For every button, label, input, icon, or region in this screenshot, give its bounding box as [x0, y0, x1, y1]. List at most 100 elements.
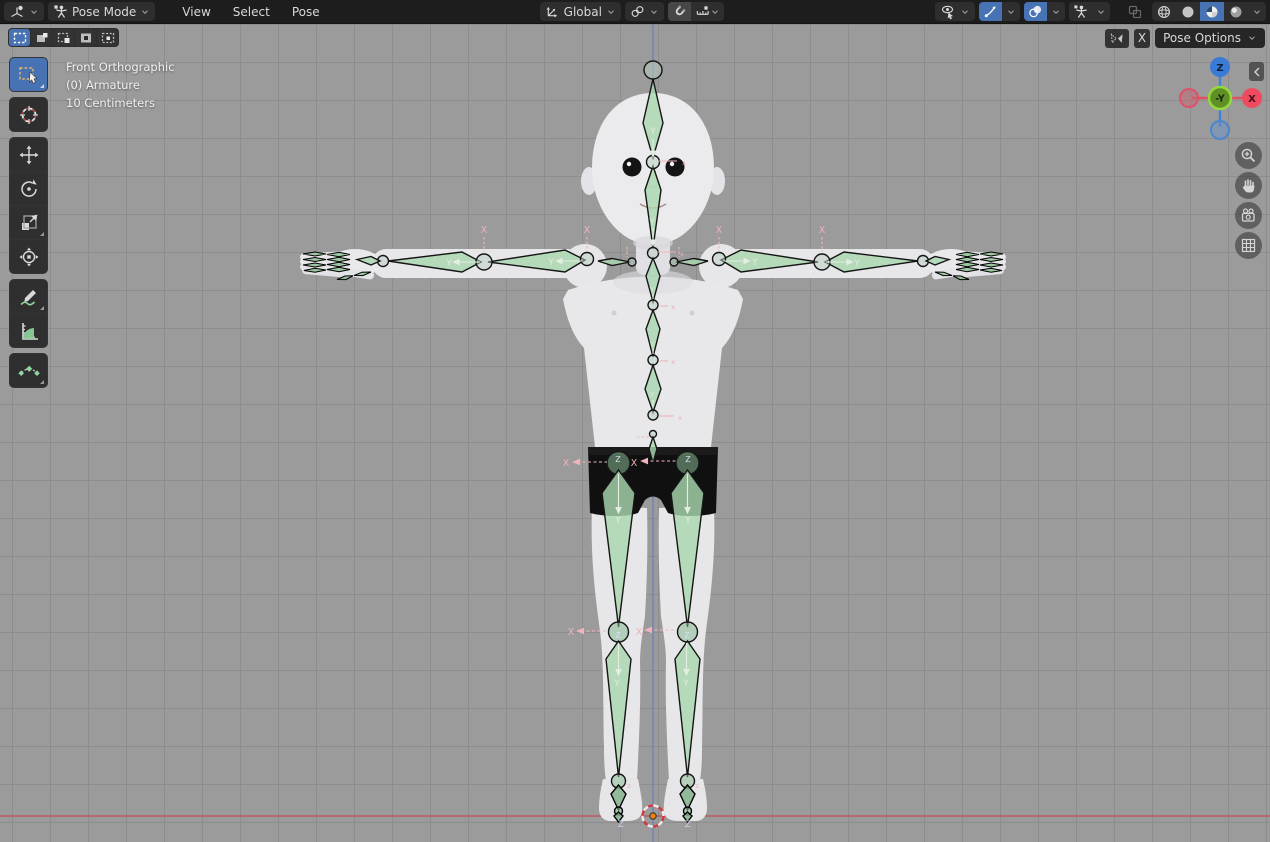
select-mode-extend[interactable] — [31, 29, 52, 46]
3d-cursor-icon — [18, 104, 40, 126]
chevron-down-icon — [140, 7, 150, 17]
chevron-down-icon — [649, 7, 659, 17]
overlays-dropdown[interactable] — [1047, 2, 1065, 21]
snap-magnet-icon — [672, 4, 687, 19]
blender-window: YYYYYxxxxxXXXXYYYYXXZZYYXXZZYYzzZZ Z X -… — [0, 0, 1270, 842]
rotate-icon — [18, 178, 40, 200]
material-preview-shading-icon — [1204, 4, 1220, 20]
3d-viewport[interactable] — [0, 24, 1270, 842]
pan-button[interactable] — [1235, 172, 1262, 199]
tool-annotate[interactable] — [10, 280, 47, 313]
show-gizmos-toggle[interactable] — [979, 2, 1002, 21]
x-mirror-toggle[interactable] — [1105, 29, 1129, 48]
snap-settings-dropdown[interactable] — [691, 2, 724, 21]
select-mode-intersect[interactable] — [97, 29, 118, 46]
chevron-down-icon — [960, 7, 970, 17]
magnifier-plus-icon — [1240, 147, 1257, 164]
shading-rendered-button[interactable] — [1224, 2, 1248, 21]
shading-material-button[interactable] — [1200, 2, 1224, 21]
show-overlays-toggle[interactable] — [1024, 2, 1047, 21]
hand-icon — [1240, 177, 1257, 194]
orientation-label: Global — [564, 5, 602, 19]
measure-icon — [18, 320, 40, 342]
toolbar — [9, 57, 48, 388]
move-icon — [18, 144, 40, 166]
perspective-ortho-toggle[interactable] — [1235, 232, 1262, 259]
pose-options-dropdown[interactable]: Pose Options — [1155, 28, 1265, 48]
camera-view-button[interactable] — [1235, 202, 1262, 229]
mode-dropdown[interactable]: Pose Mode — [48, 2, 155, 21]
annotate-pencil-icon — [18, 286, 40, 308]
show-gizmo-icon — [983, 4, 998, 19]
tool-transform[interactable] — [10, 240, 47, 273]
select-mode-subtract[interactable] — [53, 29, 74, 46]
transform-orientation-icon — [545, 4, 560, 19]
chevron-down-icon — [1252, 7, 1262, 17]
mirror-butterfly-icon — [1109, 31, 1125, 46]
rendered-shading-icon — [1228, 4, 1244, 20]
object-visibility-dropdown[interactable] — [935, 2, 975, 21]
menu-view[interactable]: View — [173, 2, 219, 21]
mode-label: Pose Mode — [72, 5, 136, 19]
viewport-navigation-controls — [1235, 142, 1262, 259]
pivot-point-icon — [630, 4, 645, 19]
mirror-axis-button[interactable]: X — [1134, 29, 1150, 48]
select-mode-group — [8, 28, 119, 47]
shading-wireframe-button[interactable] — [1152, 2, 1176, 21]
tool-rotate[interactable] — [10, 172, 47, 205]
shading-solid-button[interactable] — [1176, 2, 1200, 21]
transform-orientation-dropdown[interactable]: Global — [540, 2, 621, 21]
viewport-info-text: Front Orthographic (0) Armature 10 Centi… — [66, 58, 175, 112]
pose-breakdowner-icon — [18, 360, 40, 382]
chevron-down-icon — [29, 7, 39, 17]
chevron-down-icon — [1096, 7, 1106, 17]
tool-cursor[interactable] — [10, 98, 47, 131]
pivot-point-dropdown[interactable] — [625, 2, 664, 21]
snap-increment-icon — [695, 4, 710, 19]
chevron-down-icon — [1247, 33, 1257, 43]
show-overlays-icon — [1028, 4, 1043, 19]
tool-measure[interactable] — [10, 314, 47, 347]
pose-options-label: Pose Options — [1163, 31, 1241, 45]
chevron-down-icon — [710, 7, 720, 17]
wireframe-shading-icon — [1156, 4, 1172, 20]
object-visibility-eye-icon — [940, 4, 956, 20]
pose-xray-toggle[interactable] — [1069, 2, 1092, 21]
viewport-header: Pose Mode View Select Pose Global — [0, 0, 1270, 24]
chevron-down-icon — [1006, 7, 1016, 17]
pose-xray-figure-icon — [1073, 4, 1088, 19]
snap-toggle[interactable] — [668, 2, 691, 21]
tool-select-box[interactable] — [10, 58, 47, 91]
solid-shading-icon — [1180, 4, 1196, 20]
transform-icon — [18, 246, 40, 268]
chevron-down-icon — [1051, 7, 1061, 17]
tool-scale[interactable] — [10, 206, 47, 239]
toggle-xray-button[interactable] — [1122, 2, 1148, 21]
mirror-axis-label: X — [1138, 31, 1146, 45]
view-name-text: Front Orthographic — [66, 58, 175, 76]
sidebar-toggle-tab[interactable] — [1249, 62, 1264, 81]
tool-pose-breakdowner[interactable] — [10, 354, 47, 387]
zoom-button[interactable] — [1235, 142, 1262, 169]
shading-mode-group — [1152, 2, 1266, 21]
grid-icon — [1240, 237, 1257, 254]
shading-dropdown[interactable] — [1248, 2, 1266, 21]
select-mode-set[interactable] — [9, 29, 30, 46]
3d-viewport-editor-icon — [9, 4, 25, 20]
pose-xray-dropdown[interactable] — [1092, 2, 1110, 21]
select-box-icon — [18, 65, 40, 85]
gizmos-dropdown[interactable] — [1002, 2, 1020, 21]
chevron-down-icon — [606, 7, 616, 17]
scale-icon — [18, 212, 40, 234]
tool-move[interactable] — [10, 138, 47, 171]
grid-scale-text: 10 Centimeters — [66, 94, 175, 112]
select-mode-invert[interactable] — [75, 29, 96, 46]
editor-type-button[interactable] — [4, 2, 44, 21]
chevron-left-icon — [1253, 67, 1261, 77]
camera-icon — [1240, 207, 1257, 224]
toggle-xray-icon — [1127, 4, 1143, 20]
active-object-text: (0) Armature — [66, 76, 175, 94]
menu-select[interactable]: Select — [224, 2, 279, 21]
tool-settings-right: X Pose Options — [1105, 28, 1265, 48]
menu-pose[interactable]: Pose — [283, 2, 329, 21]
